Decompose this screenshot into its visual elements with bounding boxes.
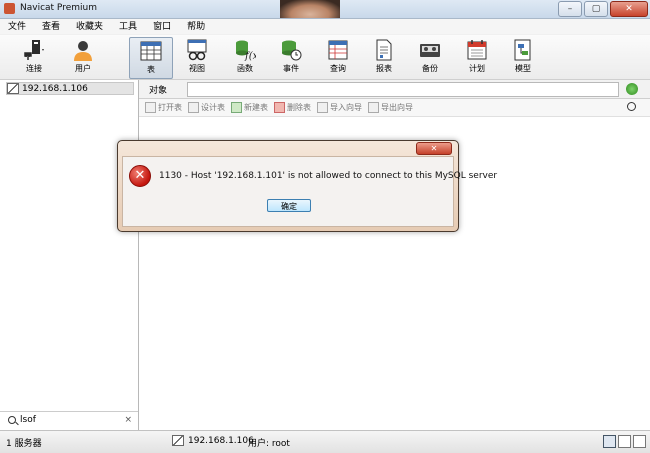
tab-objects[interactable]: 对象 [149, 83, 167, 96]
view-mode-buttons [603, 435, 646, 448]
report-icon [376, 39, 392, 61]
new-table-label: 新建表 [244, 103, 268, 112]
server-icon [7, 83, 19, 94]
schedule-button[interactable]: 计划 [456, 37, 498, 77]
user-label: 用户 [75, 64, 91, 73]
error-icon: ✕ [129, 165, 151, 187]
user-icon [74, 41, 92, 61]
calendar-icon [467, 40, 487, 60]
view-button[interactable]: 视图 [176, 37, 218, 77]
menu-view[interactable]: 查看 [34, 19, 68, 34]
title-bar: Navicat Premium – ▢ ✕ [0, 0, 650, 19]
import-wizard-action[interactable]: 导入向导 [317, 102, 362, 113]
plug-icon [24, 40, 44, 60]
server-icon [172, 435, 184, 446]
menu-file[interactable]: 文件 [0, 19, 34, 34]
connection-tree-panel: 192.168.1.106 lsof × [0, 80, 139, 430]
menu-favorites[interactable]: 收藏夹 [68, 19, 111, 34]
table-button[interactable]: 表 [129, 37, 173, 79]
open-table-label: 打开表 [158, 103, 182, 112]
app-window: Navicat Premium – ▢ ✕ 文件 查看 收藏夹 工具 窗口 帮助… [0, 0, 650, 453]
minimize-button[interactable]: – [558, 1, 582, 17]
window-controls: – ▢ ✕ [558, 1, 648, 17]
export-wizard-label: 导出向导 [381, 103, 413, 112]
import-icon [317, 102, 328, 113]
new-table-action[interactable]: 新建表 [231, 102, 268, 113]
import-wizard-label: 导入向导 [330, 103, 362, 112]
model-label: 模型 [515, 64, 531, 73]
open-table-icon [145, 102, 156, 113]
status-user: 用户: root [248, 439, 290, 449]
design-table-action[interactable]: 设计表 [188, 102, 225, 113]
design-table-label: 设计表 [201, 103, 225, 112]
dialog-body: ✕ 1130 - Host '192.168.1.101' is not all… [122, 156, 497, 227]
tree-item-label: 192.168.1.106 [22, 83, 88, 94]
main-toolbar: 连接 用户 表 视图 f(函数 事件 查询 报表 备份 计划 模型 [0, 35, 650, 80]
query-label: 查询 [330, 64, 346, 73]
status-connection-label: 192.168.1.106 [188, 435, 254, 446]
model-button[interactable]: 模型 [502, 37, 544, 77]
menu-tools[interactable]: 工具 [111, 19, 145, 34]
menu-bar: 文件 查看 收藏夹 工具 窗口 帮助 [0, 19, 650, 34]
table-icon [140, 41, 162, 61]
object-action-bar: 打开表 设计表 新建表 删除表 导入向导 导出向导 [139, 99, 650, 117]
connect-label: 连接 [26, 64, 42, 73]
new-table-icon [231, 102, 242, 113]
connect-button[interactable]: 连接 [10, 37, 58, 77]
server-count: 1 服务器 [6, 439, 42, 449]
table-label: 表 [147, 65, 155, 74]
backup-label: 备份 [422, 64, 438, 73]
error-message: 1130 - Host '192.168.1.101' is not allow… [159, 171, 498, 181]
refresh-icon[interactable] [626, 83, 638, 95]
search-input[interactable]: lsof [20, 415, 36, 425]
query-icon [328, 40, 348, 60]
query-button[interactable]: 查询 [317, 37, 359, 77]
status-bar: 1 服务器 192.168.1.106 用户: root [0, 430, 650, 453]
object-tab-bar: 对象 [139, 80, 650, 99]
object-filter-input[interactable] [187, 82, 619, 97]
function-icon: f(x) [236, 40, 256, 61]
backup-tape-icon [420, 44, 440, 57]
user-button[interactable]: 用户 [62, 37, 104, 77]
object-search-icon[interactable] [627, 102, 636, 111]
navicat-app-icon [4, 3, 15, 14]
background-photo [280, 0, 340, 18]
report-button[interactable]: 报表 [363, 37, 405, 77]
function-label: 函数 [237, 64, 253, 73]
delete-table-action[interactable]: 删除表 [274, 102, 311, 113]
ok-button[interactable]: 确定 [267, 199, 311, 212]
event-label: 事件 [283, 64, 299, 73]
clear-search-icon[interactable]: × [124, 415, 132, 425]
menu-help[interactable]: 帮助 [179, 19, 213, 34]
error-dialog: ✕ ✕ 1130 - Host '192.168.1.101' is not a… [117, 140, 497, 232]
list-view-icon[interactable] [603, 435, 616, 448]
function-button[interactable]: f(x) 函数 [224, 37, 266, 77]
close-button[interactable]: ✕ [610, 1, 648, 17]
event-button[interactable]: 事件 [270, 37, 312, 77]
search-icon [8, 416, 16, 424]
view-label: 视图 [189, 64, 205, 73]
tree-item-connection[interactable]: 192.168.1.106 [6, 82, 134, 95]
design-table-icon [188, 102, 199, 113]
svg-text:f(x): f(x) [244, 51, 256, 61]
detail-view-icon[interactable] [618, 435, 631, 448]
window-title: Navicat Premium [20, 3, 97, 13]
search-bar[interactable]: lsof × [0, 411, 138, 430]
backup-button[interactable]: 备份 [409, 37, 451, 77]
glasses-table-icon [187, 39, 207, 61]
grid-view-icon[interactable] [633, 435, 646, 448]
status-connection: 192.168.1.106 [172, 435, 254, 446]
open-table-action[interactable]: 打开表 [145, 102, 182, 113]
export-icon [368, 102, 379, 113]
maximize-button[interactable]: ▢ [584, 1, 608, 17]
report-label: 报表 [376, 64, 392, 73]
delete-table-label: 删除表 [287, 103, 311, 112]
dialog-close-button[interactable]: ✕ [416, 142, 452, 155]
event-icon [282, 40, 302, 61]
model-icon [514, 39, 531, 61]
delete-table-icon [274, 102, 285, 113]
export-wizard-action[interactable]: 导出向导 [368, 102, 413, 113]
menu-window[interactable]: 窗口 [145, 19, 179, 34]
schedule-label: 计划 [469, 64, 485, 73]
